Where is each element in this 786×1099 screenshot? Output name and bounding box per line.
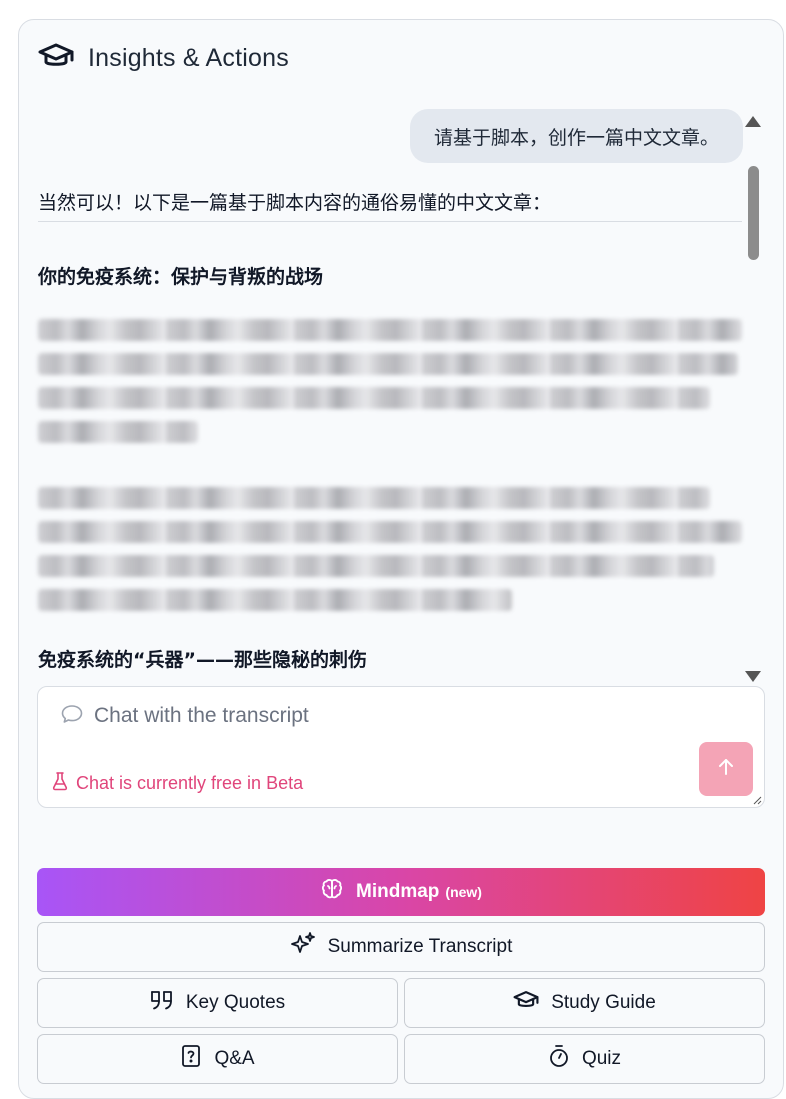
article-heading: 你的免疫系统：保护与背叛的战场	[38, 266, 324, 288]
mindmap-button[interactable]: Mindmap (new)	[37, 868, 765, 916]
quote-icon	[150, 989, 174, 1017]
assistant-intro: 当然可以！以下是一篇基于脚本内容的通俗易懂的中文文章：	[38, 188, 742, 222]
qa-button[interactable]: Q&A	[37, 1034, 398, 1084]
summarize-label: Summarize Transcript	[327, 936, 513, 957]
panel-title: Insights & Actions	[88, 43, 289, 72]
chat-input[interactable]	[92, 703, 652, 729]
key-quotes-label: Key Quotes	[185, 992, 286, 1013]
beta-notice: Chat is currently free in Beta	[52, 771, 303, 796]
flask-icon	[52, 771, 68, 796]
quiz-button[interactable]: Quiz	[404, 1034, 765, 1084]
study-guide-button[interactable]: Study Guide	[404, 978, 765, 1028]
new-badge: (new)	[445, 884, 482, 900]
send-button[interactable]	[699, 742, 753, 796]
resize-grip-icon[interactable]	[752, 795, 762, 805]
scroll-down-arrow[interactable]	[745, 671, 761, 682]
assistant-message: 当然可以！以下是一篇基于脚本内容的通俗易懂的中文文章： 你的免疫系统：保护与背叛…	[38, 188, 742, 672]
qa-label: Q&A	[214, 1048, 255, 1069]
blurred-paragraph	[38, 319, 742, 443]
graduation-cap-icon	[513, 990, 539, 1016]
quiz-label: Quiz	[581, 1048, 622, 1069]
key-quotes-button[interactable]: Key Quotes	[37, 978, 398, 1028]
study-guide-label: Study Guide	[551, 992, 656, 1013]
user-message-bubble: 请基于脚本，创作一篇中文文章。	[409, 109, 743, 163]
panel-header: Insights & Actions	[38, 40, 289, 76]
blurred-paragraph	[38, 487, 742, 611]
brain-icon	[320, 877, 344, 907]
stopwatch-icon	[548, 1044, 570, 1074]
beta-notice-text: Chat is currently free in Beta	[76, 773, 304, 793]
graduation-cap-icon	[38, 42, 74, 74]
chat-input-row	[60, 703, 652, 729]
chat-input-box: Chat is currently free in Beta	[37, 686, 765, 808]
scroll-up-arrow[interactable]	[745, 116, 761, 127]
sparkles-icon	[290, 931, 316, 963]
insights-panel: Insights & Actions 请基于脚本，创作一篇中文文章。 当然可以！…	[18, 19, 784, 1099]
scrollbar-thumb[interactable]	[748, 166, 759, 260]
summarize-transcript-button[interactable]: Summarize Transcript	[37, 922, 765, 972]
chat-messages[interactable]: 请基于脚本，创作一篇中文文章。 当然可以！以下是一篇基于脚本内容的通俗易懂的中文…	[19, 108, 785, 686]
speech-bubble-icon	[60, 704, 84, 728]
arrow-up-icon	[716, 757, 736, 781]
mindmap-label: Mindmap	[356, 881, 440, 902]
question-file-icon	[180, 1044, 202, 1074]
article-subheading: 免疫系统的“兵器”——那些隐秘的刺伤	[38, 649, 367, 671]
